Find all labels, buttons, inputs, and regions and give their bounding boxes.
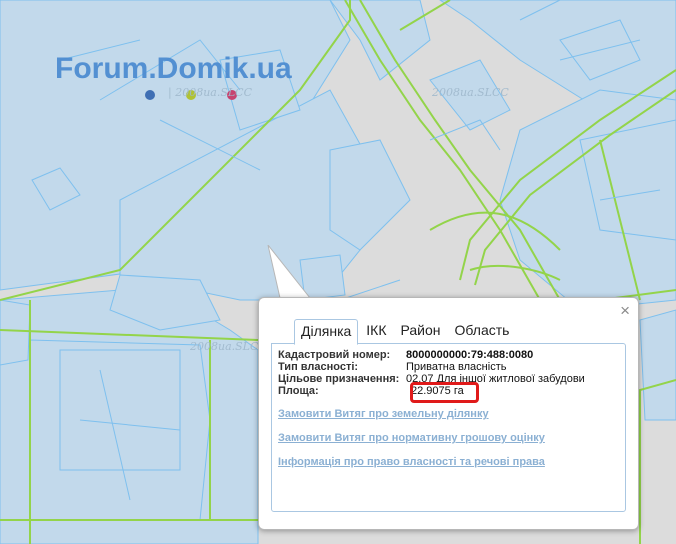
popup-pointer xyxy=(267,245,312,303)
field-label: Тип власності: xyxy=(278,361,359,373)
parcel-sw2 xyxy=(59,349,181,471)
field-value: 8000000000:79:488:0080 xyxy=(406,349,534,361)
watermark-sub-text: | 2008ua.SLCC xyxy=(168,86,253,99)
order-land-extract-link[interactable]: Замовити Витяг про земельну ділянку xyxy=(278,408,489,420)
field-label: Площа: xyxy=(278,385,319,397)
parcel-sm3 xyxy=(639,309,676,421)
tab-district[interactable]: Район xyxy=(395,319,447,343)
watermark-sub-text-2: 2008ua.SLCC xyxy=(432,86,509,99)
parcel-sm2 xyxy=(0,299,31,366)
order-valuation-extract-link[interactable]: Замовити Витяг про нормативну грошову оц… xyxy=(278,432,545,444)
field-label: Цільове призначення: xyxy=(278,373,400,385)
tab-ikk[interactable]: ІКК xyxy=(360,319,392,343)
parcel-details-panel: Кадастровий номер: 8000000000:79:488:008… xyxy=(271,343,626,512)
tab-region[interactable]: Область xyxy=(449,319,516,343)
popup-tabs: Ділянка ІКК Район Область xyxy=(294,319,517,345)
field-label: Кадастровий номер: xyxy=(278,349,391,361)
watermark-sub-text-3: 2008ua.SLCC xyxy=(190,340,267,353)
ownership-info-link[interactable]: Інформація про право власності та речові… xyxy=(278,456,545,468)
watermark-dot-blue xyxy=(145,90,155,100)
close-icon[interactable]: × xyxy=(620,302,630,320)
tab-parcel[interactable]: Ділянка xyxy=(294,319,359,345)
field-value: Приватна власність xyxy=(406,361,507,373)
watermark-logo: Forum.Domik.ua xyxy=(55,52,292,85)
area-highlight-box xyxy=(410,382,479,403)
parcel-info-popup: × Ділянка ІКК Район Область Кадастровий … xyxy=(258,297,639,530)
